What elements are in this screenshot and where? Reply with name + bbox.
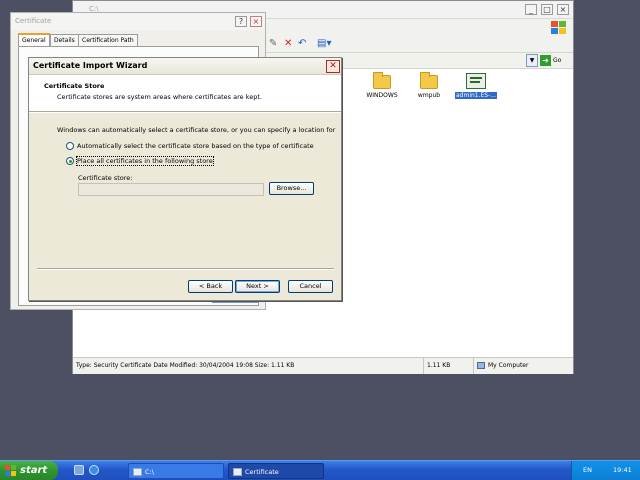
- folder-icon: [420, 72, 438, 89]
- radio-button[interactable]: [66, 142, 74, 150]
- taskbar: start C:\ Certificate EN 19:41: [0, 460, 640, 480]
- certificate-window-icon: [233, 468, 242, 476]
- radio-auto-label: Automatically select the certificate sto…: [77, 142, 314, 150]
- task-button-explorer[interactable]: C:\: [128, 463, 224, 479]
- chevron-down-icon[interactable]: ▼: [526, 54, 538, 67]
- file-label: admin1.ES-...: [454, 92, 497, 99]
- close-button[interactable]: ×: [557, 4, 569, 15]
- start-button[interactable]: start: [0, 461, 58, 480]
- file-admin-certificate[interactable]: admin1.ES-...: [446, 73, 506, 99]
- close-button[interactable]: ✕: [326, 60, 340, 73]
- task-button-certificate[interactable]: Certificate: [228, 463, 324, 479]
- status-location: My Computer: [488, 362, 529, 369]
- tab-details[interactable]: Details: [50, 34, 79, 46]
- status-description: Type: Security Certificate Date Modified…: [76, 362, 295, 369]
- help-button[interactable]: ?: [235, 16, 247, 27]
- minimize-button[interactable]: _: [525, 4, 537, 15]
- status-location-cell: My Computer: [473, 358, 528, 374]
- folder-window-icon: [133, 468, 142, 476]
- browse-button[interactable]: Browse...: [269, 182, 314, 195]
- my-computer-icon: [477, 362, 485, 369]
- task-label: Certificate: [245, 468, 279, 476]
- radio-button[interactable]: [66, 157, 74, 165]
- system-tray: EN 19:41: [571, 461, 640, 480]
- wizard-header-title: Certificate Store: [44, 82, 105, 90]
- maximize-button[interactable]: □: [541, 4, 553, 15]
- certificate-file-icon: [466, 73, 486, 89]
- internet-explorer-icon[interactable]: [89, 465, 99, 475]
- tab-general[interactable]: General: [18, 33, 50, 47]
- file-label: wmpub: [417, 92, 441, 99]
- undo-icon[interactable]: ↶: [298, 39, 306, 49]
- certificate-titlebar[interactable]: Certificate ? ×: [11, 13, 265, 30]
- radio-place-in-store[interactable]: Place all certificates in the following …: [66, 156, 214, 166]
- wizard-header-subtitle: Certificate stores are system areas wher…: [57, 93, 262, 101]
- close-button[interactable]: ×: [250, 16, 262, 27]
- go-arrow-icon: ➜: [540, 55, 551, 66]
- wizard-intro-text: Windows can automatically select a certi…: [57, 126, 336, 134]
- clock[interactable]: 19:41: [613, 466, 632, 474]
- show-desktop-icon[interactable]: [74, 465, 84, 475]
- divider: [29, 112, 341, 113]
- divider: [37, 268, 334, 270]
- task-label: C:\: [145, 468, 154, 476]
- certificate-title: Certificate: [15, 17, 52, 25]
- status-bar: Type: Security Certificate Date Modified…: [73, 357, 573, 374]
- wizard-titlebar[interactable]: Certificate Import Wizard ✕: [29, 58, 341, 75]
- folder-icon: [373, 72, 391, 89]
- go-button[interactable]: ➜ Go: [540, 54, 572, 67]
- delete-icon[interactable]: ✕: [284, 39, 292, 49]
- radio-auto-select[interactable]: Automatically select the certificate sto…: [66, 142, 314, 150]
- move-to-icon[interactable]: ✎: [269, 39, 277, 49]
- go-label: Go: [553, 57, 562, 64]
- windows-logo-icon: [5, 465, 16, 476]
- start-label: start: [20, 465, 48, 476]
- tab-certification-path[interactable]: Certification Path: [78, 34, 138, 46]
- certificate-import-wizard: Certificate Import Wizard ✕ Certificate …: [28, 57, 342, 301]
- language-indicator[interactable]: EN: [583, 466, 592, 474]
- back-button[interactable]: < Back: [188, 280, 233, 293]
- wizard-title: Certificate Import Wizard: [33, 61, 148, 70]
- windows-logo-icon: [551, 21, 567, 35]
- views-icon[interactable]: ▤▾: [317, 39, 331, 49]
- next-button[interactable]: Next >: [235, 280, 280, 293]
- status-size: 1.11 KB: [423, 358, 473, 374]
- file-label: WINDOWS: [366, 92, 398, 99]
- certificate-store-label: Certificate store:: [78, 174, 133, 182]
- certificate-store-field[interactable]: [78, 183, 264, 196]
- radio-place-label: Place all certificates in the following …: [76, 156, 214, 166]
- wizard-header: Certificate Store Certificate stores are…: [29, 75, 341, 112]
- cancel-button[interactable]: Cancel: [288, 280, 333, 293]
